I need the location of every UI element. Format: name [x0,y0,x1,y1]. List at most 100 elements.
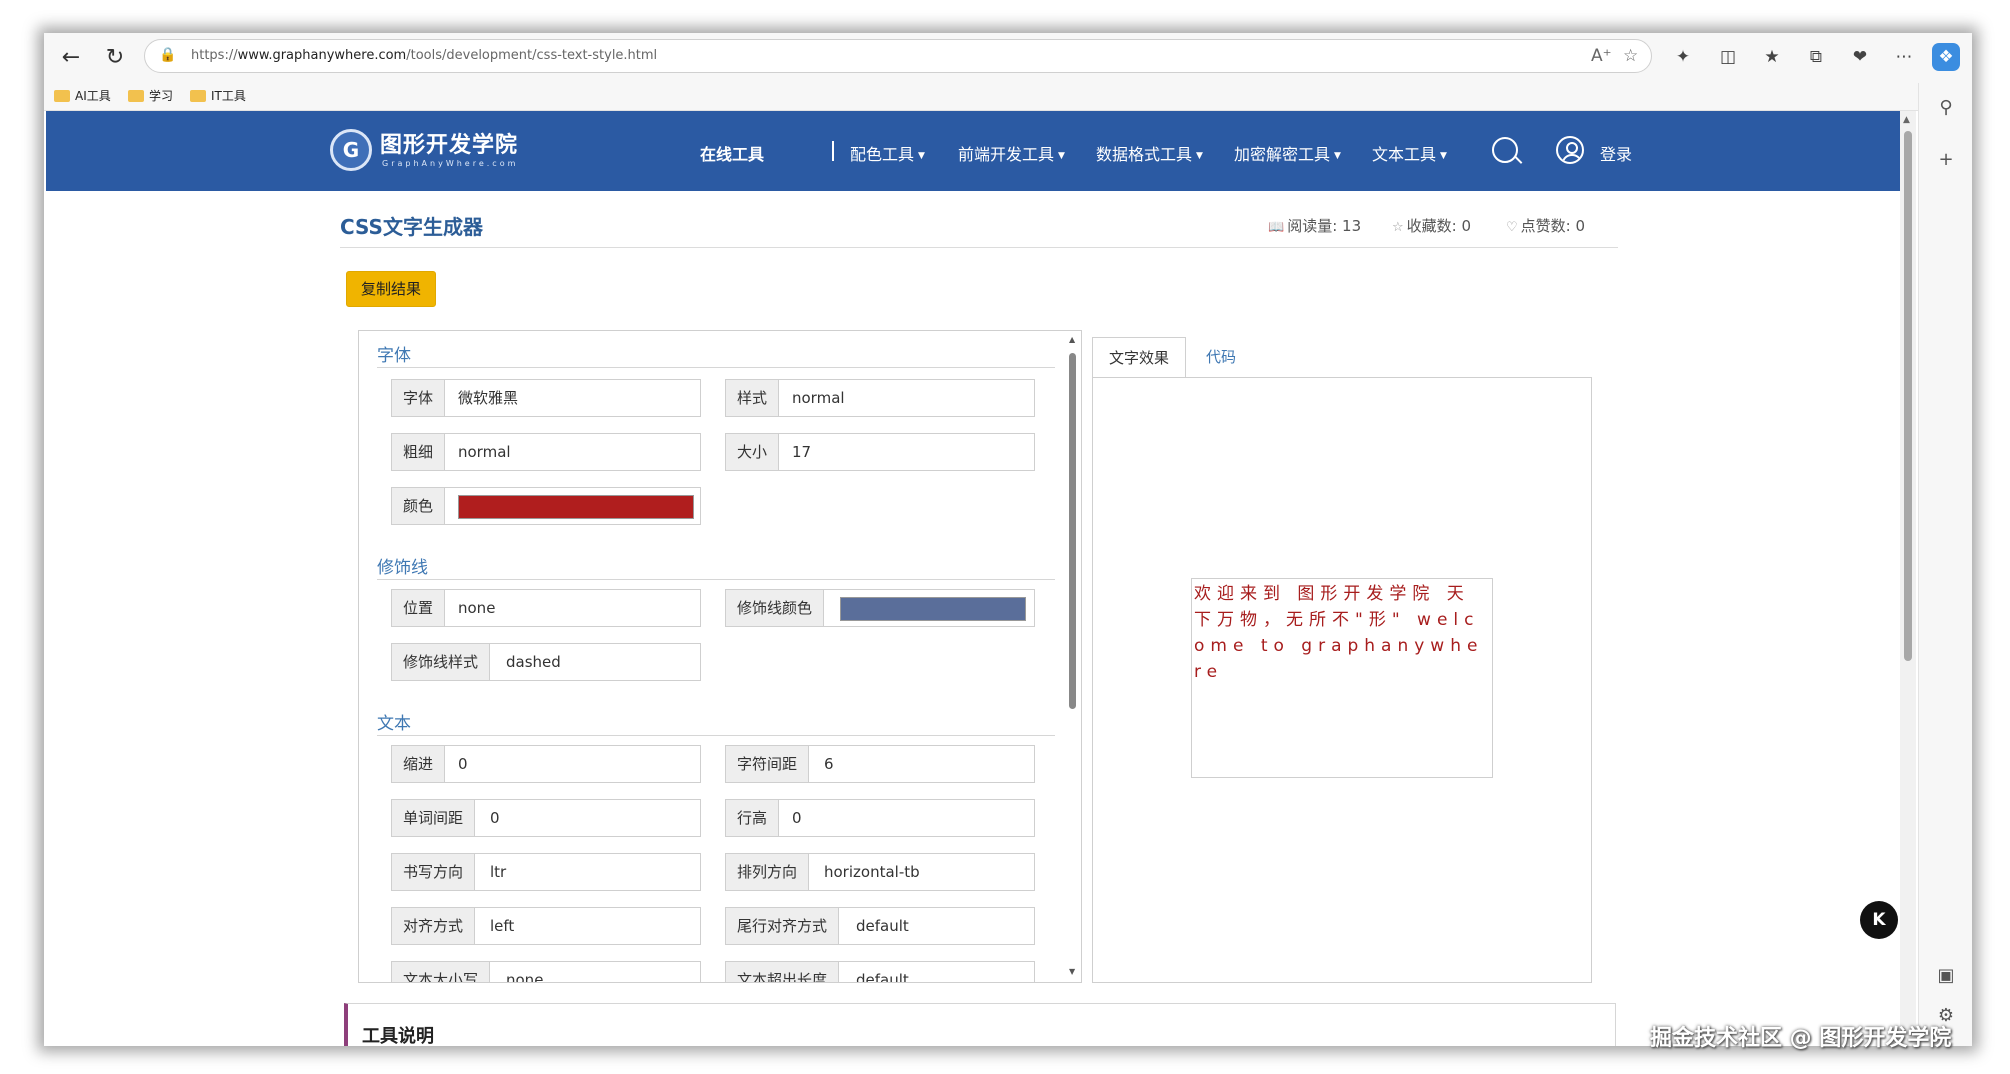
nav-data-format-tools[interactable]: 数据格式工具 ▼ [1096,141,1203,165]
caret-down-icon: ▼ [918,151,925,161]
favorite-count[interactable]: ☆ 收藏数: 0 [1392,215,1471,236]
site-logo-name[interactable]: 图形开发学院 [380,127,518,159]
tab-code[interactable]: 代码 [1190,337,1252,378]
page-scrollbar[interactable]: ▲ [1900,111,1916,1046]
search-icon[interactable]: ⚲ [1933,95,1959,121]
field-label: 大小 [726,434,780,470]
color-field[interactable]: 颜色 [391,487,701,525]
add-icon[interactable]: + [1933,147,1959,173]
favorite-star-icon[interactable]: ☆ [1623,46,1638,66]
browser-sidebar: ⚲ + ▣ ⚙ [1918,83,1972,1046]
line-height-field[interactable]: 行高 0 [725,799,1035,837]
floating-k-button[interactable]: K [1860,901,1898,939]
url-text[interactable]: https://www.graphanywhere.com/tools/deve… [191,48,657,63]
decoration-color-field[interactable]: 修饰线颜色 [725,589,1035,627]
preview-tabs: 文字效果 代码 [1092,337,1592,378]
bookmark-it-tools[interactable]: IT工具 [190,87,246,104]
settings-scrollbar[interactable]: ▲ ▼ [1065,331,1081,982]
field-value[interactable]: normal [792,380,845,416]
like-count[interactable]: ♡ 点赞数: 0 [1506,215,1585,236]
field-value[interactable]: 微软雅黑 [458,380,518,416]
nav-frontend-tools[interactable]: 前端开发工具 ▼ [958,141,1065,165]
field-value[interactable]: 0 [490,800,500,836]
scroll-up-icon[interactable]: ▲ [1903,115,1910,125]
font-weight-field[interactable]: 粗细 normal [391,433,701,471]
font-size-field[interactable]: 大小 17 [725,433,1035,471]
field-value[interactable]: horizontal-tb [824,854,920,890]
field-value[interactable]: 0 [458,746,468,782]
copilot-icon[interactable]: ❖ [1932,43,1960,71]
field-value[interactable]: none [458,590,495,626]
text-transform-field[interactable]: 文本大小写 none [391,961,701,982]
user-icon[interactable] [1556,136,1584,164]
writing-mode-field[interactable]: 排列方向 horizontal-tb [725,853,1035,891]
split-screen-icon[interactable]: ◫ [1714,43,1742,71]
search-icon[interactable] [1492,137,1518,163]
login-link[interactable]: 登录 [1600,141,1632,165]
collections-icon[interactable]: ⧉ [1802,43,1830,71]
nav-crypto-tools[interactable]: 加密解密工具 ▼ [1234,141,1341,165]
field-value[interactable]: ltr [490,854,506,890]
read-count: 📖 阅读量: 13 [1268,217,1362,235]
field-value[interactable]: normal [458,434,511,470]
screenshot-icon[interactable]: ▣ [1933,963,1959,989]
bookmarks-bar: AI工具 学习 IT工具 [44,83,1972,111]
font-family-field[interactable]: 字体 微软雅黑 [391,379,701,417]
decoration-color-swatch[interactable] [840,597,1026,621]
field-value[interactable]: 17 [792,434,811,470]
performance-icon[interactable]: ❤ [1846,43,1874,71]
field-value[interactable]: dashed [506,644,561,680]
read-aloud-icon[interactable]: A⁺ [1591,46,1612,66]
field-label: 文本大小写 [392,962,491,982]
scroll-thumb[interactable] [1904,131,1912,661]
field-value[interactable]: 6 [824,746,834,782]
field-value[interactable]: 0 [792,800,802,836]
watermark: 掘金技术社区 @ 图形开发学院 [1650,1026,1952,1051]
more-menu-icon[interactable]: ⋯ [1890,43,1918,71]
text-align-last-field[interactable]: 尾行对齐方式 default [725,907,1035,945]
scroll-thumb[interactable] [1069,353,1076,709]
direction-field[interactable]: 书写方向 ltr [391,853,701,891]
back-icon[interactable]: ← [56,43,86,73]
tab-text-effect[interactable]: 文字效果 [1092,337,1187,378]
preview-sample-text: 欢迎来到 图形开发学院 天下万物，无所不"形" welcome to graph… [1194,584,1484,682]
scroll-down-icon[interactable]: ▼ [1069,967,1075,976]
settings-panel: 字体 字体 微软雅黑 样式 normal 粗细 normal 大小 17 颜色 [358,330,1082,983]
page-title: CSS文字生成器 [340,215,483,239]
text-align-field[interactable]: 对齐方式 left [391,907,701,945]
copy-result-button[interactable]: 复制结果 [346,271,436,307]
tool-info-panel: 工具说明 [344,1003,1616,1046]
favorites-icon[interactable]: ★ [1758,43,1786,71]
site-logo-icon[interactable]: G [330,129,372,171]
text-indent-field[interactable]: 缩进 0 [391,745,701,783]
field-value[interactable]: left [490,908,514,944]
address-bar[interactable]: 🔒 https://www.graphanywhere.com/tools/de… [144,39,1652,73]
bookmark-study[interactable]: 学习 [128,87,173,104]
folder-icon [128,90,144,102]
extensions-icon[interactable]: ✦ [1669,43,1697,71]
field-value[interactable]: default [856,962,909,982]
font-style-field[interactable]: 样式 normal [725,379,1035,417]
reload-icon[interactable]: ↻ [100,43,130,73]
field-label: 样式 [726,380,780,416]
decoration-style-field[interactable]: 修饰线样式 dashed [391,643,701,681]
field-value[interactable]: none [506,962,543,982]
site-logo-subtitle: GraphAnyWhere.com [382,159,519,168]
word-spacing-field[interactable]: 单词间距 0 [391,799,701,837]
nav-color-tools[interactable]: 配色工具 ▼ [850,141,925,165]
color-swatch[interactable] [458,495,694,519]
field-label: 书写方向 [392,854,476,890]
field-label: 排列方向 [726,854,810,890]
text-overflow-field[interactable]: 文本超出长度 default [725,961,1035,982]
bookmark-ai-tools[interactable]: AI工具 [54,87,111,104]
letter-spacing-field[interactable]: 字符间距 6 [725,745,1035,783]
scroll-up-icon[interactable]: ▲ [1069,335,1075,344]
title-divider [340,247,1618,248]
caret-down-icon: ▼ [1196,151,1203,161]
field-value[interactable]: default [856,908,909,944]
decoration-line-field[interactable]: 位置 none [391,589,701,627]
browser-window: ← ↻ 🔒 https://www.graphanywhere.com/tool… [44,33,1972,1046]
field-label: 字符间距 [726,746,810,782]
nav-online-tools[interactable]: 在线工具 [700,141,764,165]
nav-text-tools[interactable]: 文本工具 ▼ [1372,141,1447,165]
